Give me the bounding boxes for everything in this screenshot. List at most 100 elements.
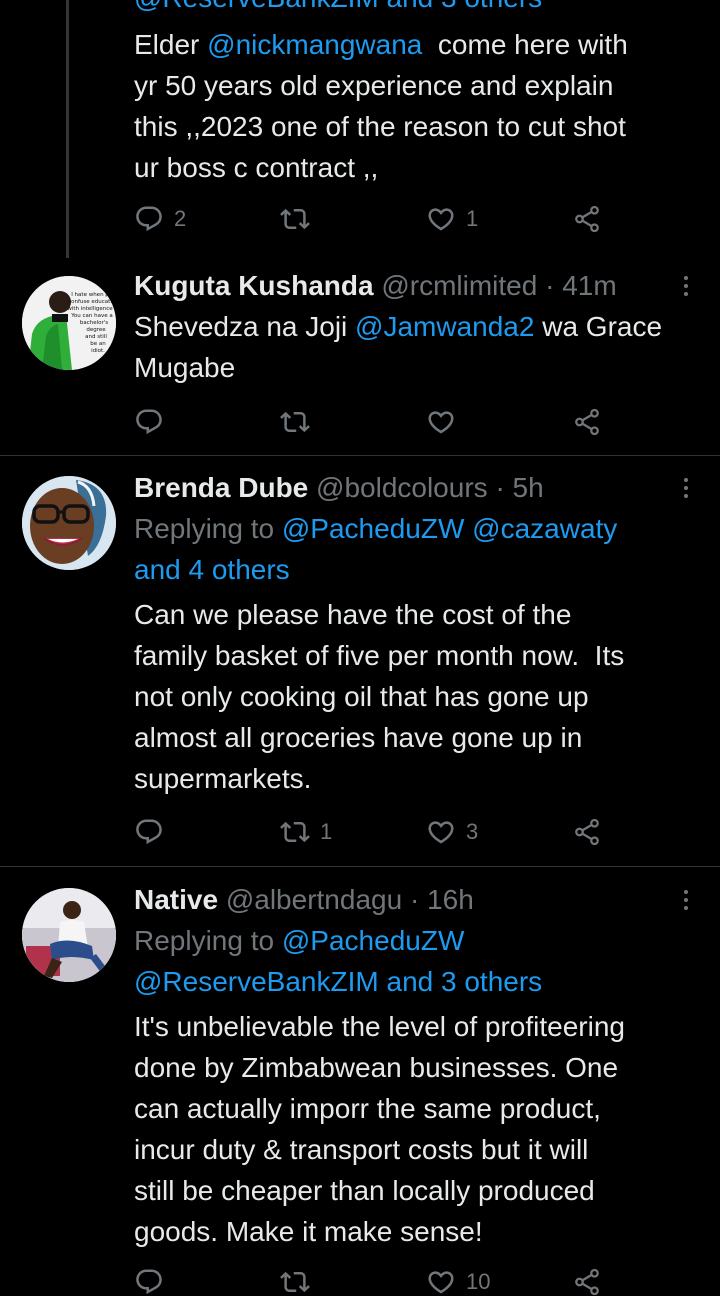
mention-link[interactable]: @PacheduZW bbox=[282, 925, 465, 956]
like-button[interactable]: 3 bbox=[426, 812, 478, 852]
retweet-button[interactable] bbox=[280, 402, 320, 442]
reply-icon bbox=[134, 407, 164, 437]
tweet-time[interactable]: 5h bbox=[513, 472, 544, 503]
like-button[interactable]: 1 bbox=[426, 199, 478, 239]
retweet-button[interactable]: 1 bbox=[280, 812, 332, 852]
replying-to-label: Replying to bbox=[134, 925, 282, 956]
avatar[interactable]: I hate when p confuse educati with intel… bbox=[22, 276, 116, 370]
separator-dot: · bbox=[545, 270, 555, 301]
svg-text:with intelligence: with intelligence bbox=[67, 306, 113, 312]
tweet-text-part: Elder bbox=[134, 29, 208, 60]
tweet-header: Brenda Dube @boldcolours · 5h bbox=[134, 468, 700, 508]
user-handle[interactable]: @rcmlimited bbox=[381, 270, 537, 301]
share-icon bbox=[572, 407, 602, 437]
user-handle[interactable]: @albertndagu bbox=[226, 884, 402, 915]
tweet-thread: @ReserveBankZIM and 3 others Elder @nick… bbox=[0, 0, 720, 1296]
mention-link[interactable]: @nickmangwana bbox=[207, 29, 422, 60]
avatar-image bbox=[22, 476, 116, 570]
share-icon bbox=[572, 817, 602, 847]
tweet-text: Shevedza na Joji @Jamwanda2 wa Grace Mug… bbox=[134, 306, 700, 388]
like-icon bbox=[426, 1267, 456, 1296]
mention-link[interactable]: @PacheduZW bbox=[282, 513, 465, 544]
retweet-count: 1 bbox=[320, 819, 333, 844]
tweet-header: Kuguta Kushanda @rcmlimited · 41m bbox=[134, 266, 700, 306]
mention-link[interactable]: @cazawaty bbox=[472, 513, 617, 544]
separator-dot: · bbox=[409, 884, 420, 915]
avatar[interactable] bbox=[22, 476, 116, 570]
reply-button[interactable] bbox=[134, 402, 174, 442]
retweet-button[interactable] bbox=[280, 1262, 320, 1296]
tweet-body: Kuguta Kushanda @rcmlimited · 41m Sheved… bbox=[134, 266, 700, 388]
like-button[interactable] bbox=[426, 402, 466, 442]
share-button[interactable] bbox=[572, 199, 602, 239]
svg-text:be an: be an bbox=[90, 341, 106, 347]
share-button[interactable] bbox=[572, 812, 602, 852]
retweet-icon bbox=[280, 817, 310, 847]
tweet-header: Native @albertndagu · 16h bbox=[134, 880, 700, 920]
mention-link[interactable]: @ReserveBankZIM and 3 others bbox=[134, 966, 542, 997]
like-count: 3 bbox=[466, 819, 479, 844]
replying-to: Replying to @PacheduZW @cazawaty and 4 ot… bbox=[134, 508, 700, 590]
display-name[interactable]: Native bbox=[134, 884, 218, 915]
reply-button[interactable] bbox=[134, 1262, 174, 1296]
reply-button[interactable] bbox=[134, 812, 174, 852]
reply-icon bbox=[134, 1267, 164, 1296]
retweet-icon bbox=[280, 1267, 310, 1296]
like-button[interactable]: 10 bbox=[426, 1262, 490, 1296]
tweet-time[interactable]: 16h bbox=[427, 884, 474, 915]
svg-text:I hate when p: I hate when p bbox=[71, 292, 109, 298]
mention-link[interactable]: @Jamwanda2 bbox=[355, 311, 534, 342]
tweet-body: Elder @nickmangwana come here with yr 50… bbox=[134, 24, 700, 188]
like-icon bbox=[426, 407, 456, 437]
more-options-button[interactable] bbox=[676, 880, 696, 920]
reply-button[interactable]: 2 bbox=[134, 199, 186, 239]
tweet-body: Native @albertndagu · 16h Replying to @P… bbox=[134, 880, 700, 1252]
avatar[interactable] bbox=[22, 888, 116, 982]
reply-count: 2 bbox=[174, 206, 187, 231]
reply-icon bbox=[134, 204, 164, 234]
svg-text:degree: degree bbox=[86, 327, 106, 333]
tweet-time[interactable]: 41m bbox=[562, 270, 616, 301]
display-name[interactable]: Brenda Dube bbox=[134, 472, 308, 503]
more-options-button[interactable] bbox=[676, 468, 696, 508]
tweet-text: Elder @nickmangwana come here with yr 50… bbox=[134, 24, 700, 188]
like-icon bbox=[426, 817, 456, 847]
retweet-icon bbox=[280, 204, 310, 234]
tweet-text-part: Shevedza na Joji bbox=[134, 311, 356, 342]
tweet-body: Brenda Dube @boldcolours · 5h Replying t… bbox=[134, 468, 700, 799]
reply-icon bbox=[134, 817, 164, 847]
tweet-divider bbox=[0, 455, 720, 456]
share-icon bbox=[572, 1267, 602, 1296]
tweet-text: It's unbelievable the level of profiteer… bbox=[134, 1011, 625, 1247]
like-count: 1 bbox=[466, 206, 479, 231]
like-icon bbox=[426, 204, 456, 234]
svg-text:bachelor's: bachelor's bbox=[80, 320, 108, 326]
more-icon bbox=[684, 890, 688, 894]
user-handle[interactable]: @boldcolours bbox=[316, 472, 488, 503]
share-button[interactable] bbox=[572, 1262, 602, 1296]
tweet-actions bbox=[134, 402, 614, 442]
avatar-image: I hate when p confuse educati with intel… bbox=[22, 276, 116, 370]
retweet-button[interactable] bbox=[280, 199, 320, 239]
svg-text:You can have a: You can have a bbox=[70, 313, 112, 319]
share-button[interactable] bbox=[572, 402, 602, 442]
thread-connector-line bbox=[66, 0, 69, 258]
more-icon bbox=[684, 276, 688, 280]
separator-dot: · bbox=[495, 472, 505, 503]
more-icon bbox=[684, 478, 688, 482]
svg-text:confuse educati: confuse educati bbox=[68, 299, 112, 305]
avatar-image bbox=[22, 888, 116, 982]
more-options-button[interactable] bbox=[676, 266, 696, 306]
display-name[interactable]: Kuguta Kushanda bbox=[134, 270, 374, 301]
replying-to-mentions[interactable]: @ReserveBankZIM and 3 others bbox=[134, 0, 542, 18]
tweet-actions: 10 bbox=[134, 1262, 614, 1296]
like-count: 10 bbox=[466, 1269, 491, 1294]
svg-text:idiot.: idiot. bbox=[91, 348, 105, 354]
tweet-divider bbox=[0, 866, 720, 867]
tweet-actions: 2 1 bbox=[134, 199, 614, 239]
mention-link[interactable]: and 4 others bbox=[134, 554, 290, 585]
replying-to: Replying to @PacheduZW @ReserveBankZIM an… bbox=[134, 920, 700, 1002]
tweet-text: Can we please have the cost of the famil… bbox=[134, 599, 625, 794]
svg-text:and still: and still bbox=[85, 334, 107, 340]
retweet-icon bbox=[280, 407, 310, 437]
